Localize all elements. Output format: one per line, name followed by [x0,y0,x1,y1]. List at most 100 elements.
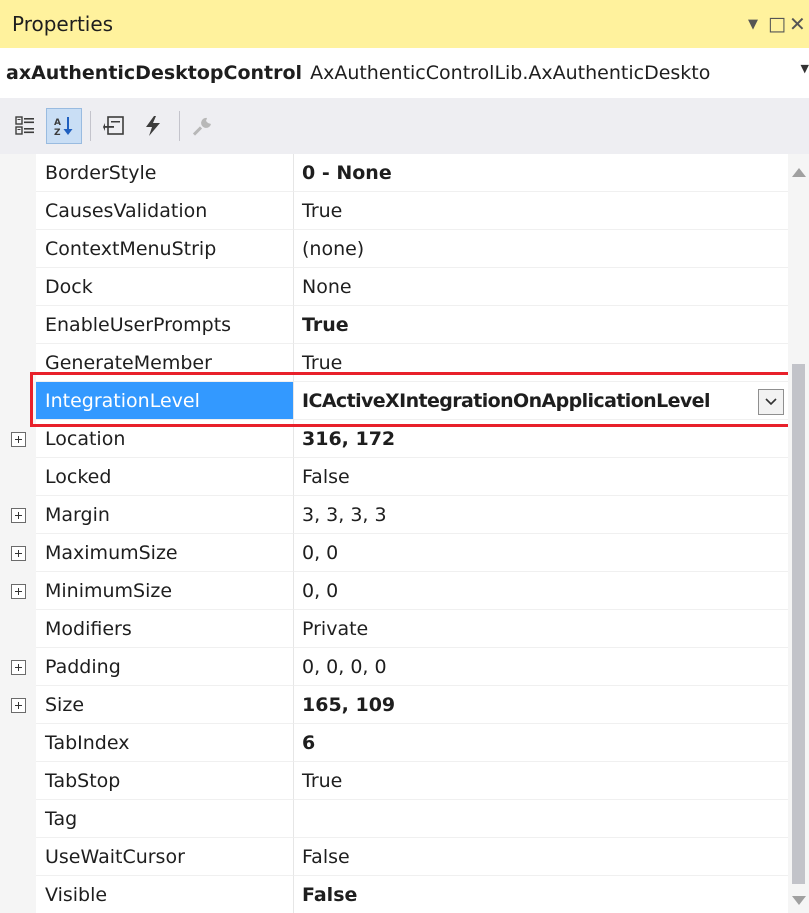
property-row[interactable]: Visible False [0,876,788,913]
property-value[interactable] [294,800,788,838]
object-name: axAuthenticDesktopControl [6,62,303,84]
property-row[interactable]: ContextMenuStrip (none) [0,230,788,268]
row-margin [0,610,36,648]
property-row[interactable]: UseWaitCursor False [0,838,788,876]
alphabetical-icon[interactable]: A Z [46,108,82,144]
property-value-text: 6 [302,731,316,754]
property-name[interactable]: Padding [36,648,294,686]
property-row[interactable]: Location 316, 172 [0,420,788,458]
property-value[interactable]: 3, 3, 3, 3 [294,496,788,534]
events-icon[interactable] [135,108,171,144]
property-row[interactable]: IntegrationLevel ICActiveXIntegrationOnAp… [0,382,788,420]
row-margin [0,306,36,344]
property-row[interactable]: MinimumSize 0, 0 [0,572,788,610]
property-name[interactable]: MinimumSize [36,572,294,610]
property-name[interactable]: IntegrationLevel [36,382,294,420]
property-value[interactable]: (none) [294,230,788,268]
property-value-text: True [302,769,343,792]
row-margin [0,192,36,230]
vertical-scrollbar[interactable] [788,154,809,913]
property-value[interactable]: 0, 0, 0, 0 [294,648,788,686]
property-name[interactable]: TabStop [36,762,294,800]
row-margin [0,572,36,610]
property-row[interactable]: Padding 0, 0, 0, 0 [0,648,788,686]
property-name[interactable]: TabIndex [36,724,294,762]
row-margin [0,838,36,876]
property-name[interactable]: Tag [36,800,294,838]
expand-icon[interactable] [10,431,26,447]
property-name[interactable]: UseWaitCursor [36,838,294,876]
dropdown-arrow-icon[interactable]: ▼ [741,0,765,48]
expand-icon[interactable] [10,545,26,561]
property-name[interactable]: Visible [36,876,294,913]
property-row[interactable]: Margin 3, 3, 3, 3 [0,496,788,534]
property-name[interactable]: CausesValidation [36,192,294,230]
property-name[interactable]: Locked [36,458,294,496]
property-name[interactable]: Modifiers [36,610,294,648]
property-row[interactable]: Size 165, 109 [0,686,788,724]
property-row[interactable]: Tag [0,800,788,838]
property-value[interactable]: 316, 172 [294,420,788,458]
scroll-thumb[interactable] [792,364,805,884]
expand-icon[interactable] [10,507,26,523]
property-row[interactable]: MaximumSize 0, 0 [0,534,788,572]
property-row[interactable]: TabStop True [0,762,788,800]
scroll-down-arrow-icon[interactable] [792,896,806,905]
property-value[interactable]: False [294,876,788,913]
property-pages-icon[interactable] [186,108,222,144]
property-name[interactable]: Size [36,686,294,724]
property-value[interactable]: 0 - None [294,154,788,192]
categorized-icon[interactable] [8,108,44,144]
expand-icon[interactable] [10,697,26,713]
property-value-text: 0 - None [302,161,392,184]
maximize-icon[interactable]: □ [765,0,789,48]
property-value[interactable]: Private [294,610,788,648]
scroll-up-arrow-icon[interactable] [792,168,806,177]
property-value[interactable]: ICActiveXIntegrationOnApplicationLevel [294,382,788,420]
property-value[interactable]: 0, 0 [294,572,788,610]
property-value[interactable]: False [294,838,788,876]
property-value-text: True [302,313,349,336]
property-name[interactable]: BorderStyle [36,154,294,192]
svg-text:A: A [54,118,61,128]
object-selector-arrow-icon[interactable]: ▼ [801,62,809,75]
expand-icon[interactable] [10,659,26,675]
property-value[interactable]: True [294,306,788,344]
property-row[interactable]: Dock None [0,268,788,306]
property-row[interactable]: TabIndex 6 [0,724,788,762]
property-value-text: 0, 0 [302,579,339,602]
property-row[interactable]: EnableUserPrompts True [0,306,788,344]
property-name[interactable]: Dock [36,268,294,306]
property-row[interactable]: GenerateMember True [0,344,788,382]
value-dropdown-button[interactable] [758,389,784,415]
row-margin [0,534,36,572]
property-row[interactable]: Locked False [0,458,788,496]
svg-text:Z: Z [54,128,61,138]
properties-toolbar: A Z [0,98,809,154]
property-value-text: 3, 3, 3, 3 [302,503,387,526]
property-value-text: None [302,275,352,298]
property-value[interactable]: 165, 109 [294,686,788,724]
property-value[interactable]: 0, 0 [294,534,788,572]
property-value-text: Private [302,617,369,640]
property-value[interactable]: None [294,268,788,306]
property-name[interactable]: MaximumSize [36,534,294,572]
property-value[interactable]: True [294,762,788,800]
close-icon[interactable]: ✕ [789,0,809,48]
property-value[interactable]: True [294,192,788,230]
object-selector[interactable]: axAuthenticDesktopControl AxAuthenticCon… [0,48,809,98]
property-row[interactable]: BorderStyle 0 - None [0,154,788,192]
property-row[interactable]: CausesValidation True [0,192,788,230]
property-name[interactable]: GenerateMember [36,344,294,382]
property-name[interactable]: ContextMenuStrip [36,230,294,268]
property-name[interactable]: Margin [36,496,294,534]
expand-icon[interactable] [10,583,26,599]
property-value[interactable]: False [294,458,788,496]
property-value[interactable]: 6 [294,724,788,762]
property-row[interactable]: Modifiers Private [0,610,788,648]
properties-icon[interactable] [97,108,133,144]
property-name[interactable]: EnableUserPrompts [36,306,294,344]
property-name[interactable]: Location [36,420,294,458]
property-value-text: (none) [302,237,365,260]
property-value[interactable]: True [294,344,788,382]
